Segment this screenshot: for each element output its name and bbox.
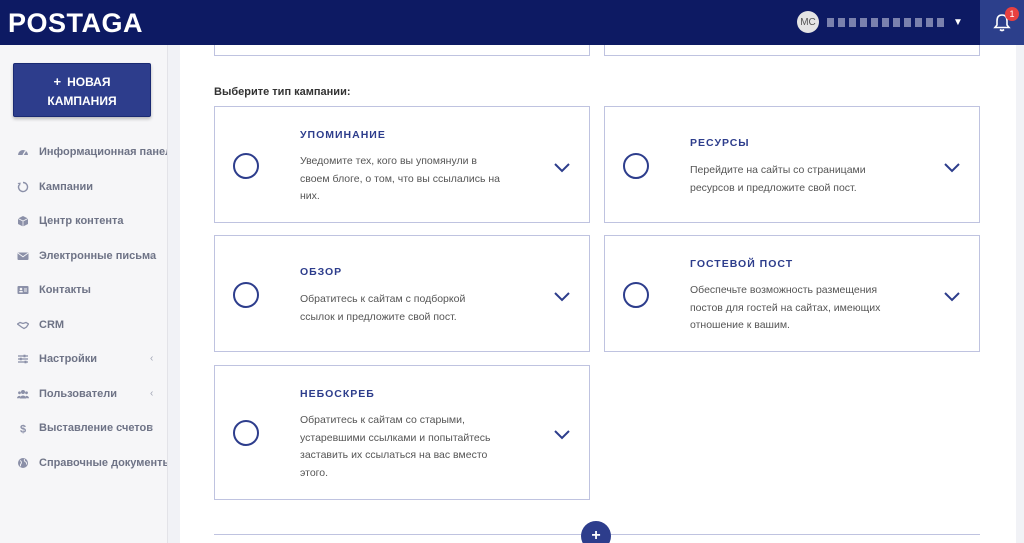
sliders-icon bbox=[17, 353, 29, 365]
sidebar-item-label: Настройки bbox=[39, 353, 98, 366]
notification-badge: 1 bbox=[1005, 7, 1019, 21]
campaign-type-card[interactable]: ОБЗОР Обратитесь к сайтам с подборкой ссыл… bbox=[214, 235, 590, 352]
card-description-line: ресурсов и предложите свой пост. bbox=[690, 181, 857, 194]
campaign-type-card[interactable]: НЕБОСКРЕБ Обратитесь к сайтам со старыми,… bbox=[214, 365, 590, 500]
sidebar-item-label: Контакты bbox=[39, 284, 91, 297]
card-description-line: Обратитесь к сайтам с подборкой bbox=[300, 293, 466, 305]
avatar[interactable]: MC bbox=[797, 11, 819, 33]
card-description-line: Уведомите тех, кого вы упомянули в bbox=[300, 155, 477, 167]
card-description: Перейдите на сайты со страницами ресурсов… bbox=[690, 162, 866, 197]
card-title: ОБЗОР bbox=[300, 266, 343, 278]
users-icon bbox=[17, 388, 29, 400]
radio-button[interactable] bbox=[233, 420, 259, 446]
card-description-line: устаревшими ссылками и попытайтесь bbox=[300, 431, 491, 444]
card-description-line: них. bbox=[300, 190, 320, 202]
sidebar-item-label: Электронные письма bbox=[39, 249, 157, 262]
add-button[interactable]: + bbox=[581, 521, 611, 543]
card-description: Обратитесь к сайтам с подборкой ссылок и … bbox=[300, 291, 465, 326]
contact-card-icon bbox=[17, 284, 29, 296]
chevron-down-icon[interactable] bbox=[943, 290, 961, 302]
sidebar-item[interactable]: Пользователи ‹ bbox=[0, 377, 167, 412]
dollar-icon: $ bbox=[17, 422, 29, 435]
card-description: Обратитесь к сайтам со старыми, устаревши… bbox=[300, 412, 491, 482]
sidebar-item[interactable]: Центр контента bbox=[0, 204, 167, 239]
svg-text:$: $ bbox=[20, 424, 26, 435]
new-campaign-button[interactable]: + НОВАЯ КАМПАНИЯ bbox=[13, 63, 151, 117]
radio-button[interactable] bbox=[623, 282, 649, 308]
card-description: Уведомите тех, кого вы упомянули в своем … bbox=[300, 153, 500, 206]
sidebar-item-label: Справочные документы bbox=[39, 456, 168, 469]
sidebar-item-label: Кампании bbox=[39, 180, 94, 193]
card-title: УПОМИНАНИЕ bbox=[300, 129, 386, 141]
plus-icon: + bbox=[53, 74, 62, 89]
campaigns-icon bbox=[17, 181, 29, 193]
logo[interactable]: POSTAGA bbox=[8, 8, 143, 39]
card-description-line: заставить их ссылаться на вас вместо bbox=[300, 449, 488, 461]
chevron-down-icon[interactable] bbox=[553, 290, 571, 302]
sidebar-item[interactable]: Настройки ‹ bbox=[0, 342, 167, 377]
globe-icon bbox=[17, 457, 29, 469]
card-title: РЕСУРСЫ bbox=[690, 137, 750, 149]
sidebar-item[interactable]: CRM bbox=[0, 308, 167, 343]
radio-button[interactable] bbox=[233, 282, 259, 308]
box-icon bbox=[17, 215, 29, 227]
campaign-type-card[interactable]: УПОМИНАНИЕ Уведомите тех, кого вы упомяну… bbox=[214, 106, 590, 223]
card-description: Обеспечьте возможность размещения постов … bbox=[690, 282, 880, 335]
dashboard-icon bbox=[17, 146, 29, 158]
chevron-left-icon[interactable]: ‹ bbox=[150, 353, 153, 364]
envelope-icon bbox=[17, 250, 29, 262]
radio-button[interactable] bbox=[623, 153, 649, 179]
sidebar-item-label: Выставление счетов bbox=[39, 422, 154, 435]
section-title: Выберите тип кампании: bbox=[214, 86, 351, 98]
sidebar-nav: Информационная панель Кампании Центр конте… bbox=[0, 135, 168, 481]
card-description-line: ссылок и предложите свой пост. bbox=[300, 310, 457, 323]
card-description-line: постов для гостей на сайтах, имеющих bbox=[690, 301, 881, 314]
new-campaign-label-2: КАМПАНИЯ bbox=[47, 94, 117, 108]
user-menu[interactable]: MC ▼ bbox=[797, 11, 963, 33]
chevron-down-icon[interactable] bbox=[553, 428, 571, 440]
notifications-button[interactable]: 1 bbox=[980, 0, 1024, 45]
sidebar-item[interactable]: Кампании bbox=[0, 170, 167, 205]
previous-card-bottom bbox=[604, 45, 980, 56]
caret-down-icon[interactable]: ▼ bbox=[953, 17, 963, 28]
campaign-type-card[interactable]: РЕСУРСЫ Перейдите на сайты со страницами р… bbox=[604, 106, 980, 223]
sidebar-item[interactable]: Контакты bbox=[0, 273, 167, 308]
top-bar: POSTAGA MC ▼ 1 bbox=[0, 0, 1024, 45]
card-description-line: этого. bbox=[300, 466, 329, 479]
card-description-line: своем блоге, о том, что вы ссылались на bbox=[300, 172, 501, 185]
sidebar-item[interactable]: $ Выставление счетов ‹ bbox=[0, 411, 167, 446]
chevron-left-icon[interactable]: ‹ bbox=[150, 422, 153, 433]
campaign-type-card[interactable]: ГОСТЕВОЙ ПОСТ Обеспечьте возможность разм… bbox=[604, 235, 980, 352]
card-description-line: Обеспечьте возможность размещения bbox=[690, 284, 878, 296]
sidebar-item[interactable]: Справочные документы bbox=[0, 446, 168, 481]
sidebar-item-label: Пользователи bbox=[39, 387, 118, 400]
handshake-icon bbox=[17, 319, 29, 331]
card-description-line: Перейдите на сайты со страницами bbox=[690, 164, 866, 176]
new-campaign-label-1: НОВАЯ bbox=[67, 75, 111, 89]
main-content: Выберите тип кампании: УПОМИНАНИЕ Уведоми… bbox=[180, 45, 1016, 543]
card-description-line: отношение к вашим. bbox=[690, 319, 790, 331]
sidebar-item[interactable]: Электронные письма ‹ bbox=[0, 239, 167, 274]
chevron-left-icon[interactable]: ‹ bbox=[150, 388, 153, 399]
sidebar-item-label: CRM bbox=[39, 318, 65, 331]
radio-button[interactable] bbox=[233, 153, 259, 179]
chevron-left-icon[interactable]: ‹ bbox=[150, 250, 153, 261]
card-title: ГОСТЕВОЙ ПОСТ bbox=[690, 258, 794, 270]
chevron-down-icon[interactable] bbox=[943, 161, 961, 173]
chevron-down-icon[interactable] bbox=[553, 161, 571, 173]
card-title: НЕБОСКРЕБ bbox=[300, 388, 375, 400]
card-description-line: Обратитесь к сайтам со старыми, bbox=[300, 414, 465, 426]
sidebar: + НОВАЯ КАМПАНИЯ Информационная панель Кам… bbox=[0, 45, 168, 543]
sidebar-item[interactable]: Информационная панель bbox=[0, 135, 168, 170]
sidebar-item-label: Центр контента bbox=[39, 215, 124, 228]
user-name-redacted[interactable] bbox=[827, 17, 945, 27]
previous-card-bottom bbox=[214, 45, 590, 56]
sidebar-item-label: Информационная панель bbox=[39, 146, 168, 159]
